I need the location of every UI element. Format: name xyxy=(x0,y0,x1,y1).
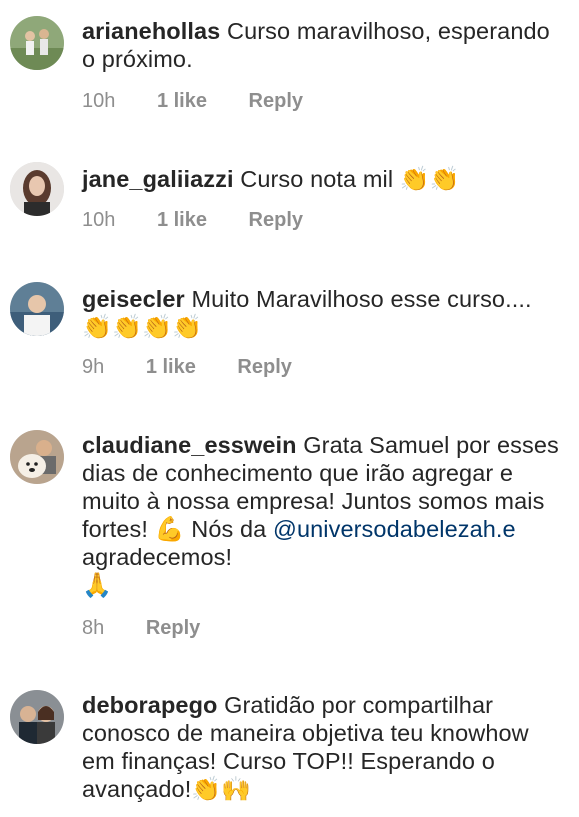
comment-username[interactable]: claudiane_esswein xyxy=(82,432,297,458)
reply-button[interactable]: Reply xyxy=(237,355,291,379)
comment-username[interactable]: geisecler xyxy=(82,286,185,312)
avatar[interactable] xyxy=(10,282,64,336)
avatar[interactable] xyxy=(10,430,64,484)
comment-meta: 10h 1 like Reply xyxy=(82,89,303,113)
comment-meta: 9h 1 like Reply xyxy=(82,355,292,379)
comment-time: 8h xyxy=(82,617,105,639)
comment-likes[interactable]: 1 like xyxy=(157,89,207,113)
avatar-photo-icon xyxy=(10,690,64,744)
comment-text: claudiane_esswein Grata Samuel por esses… xyxy=(82,431,562,599)
reply-button[interactable]: Reply xyxy=(249,89,303,113)
comment-text: jane_galiiazzi Curso nota mil 👏👏 xyxy=(82,165,562,193)
mention-link[interactable]: @universodabelezah.e xyxy=(273,516,516,542)
comment-username[interactable]: deborapego xyxy=(82,692,217,718)
flexed-biceps-icon: 💪 xyxy=(154,515,185,543)
avatar-photo-icon xyxy=(10,162,64,216)
comment-likes[interactable]: 1 like xyxy=(157,208,207,232)
comment-body-continued: Nós da xyxy=(191,516,267,542)
comment-text: arianehollas Curso maravilhoso, esperand… xyxy=(82,17,562,73)
avatar-photo-icon xyxy=(10,282,64,336)
clapping-hands-icon: 👏👏 xyxy=(399,165,460,193)
folded-hands-icon: 🙏 xyxy=(82,571,112,599)
comment-likes[interactable]: 1 like xyxy=(146,355,196,379)
clapping-hands-icon: 👏🙌 xyxy=(191,775,252,803)
comment-text: deborapego Gratidão por compartilhar con… xyxy=(82,691,562,803)
comment-meta: 8h Reply xyxy=(82,616,200,640)
clapping-hands-icon: 👏👏👏👏 xyxy=(82,313,202,341)
comment-meta: 10h 1 like Reply xyxy=(82,208,303,232)
avatar[interactable] xyxy=(10,162,64,216)
comment-body-end: agradecemos! xyxy=(82,544,233,570)
comment-username[interactable]: jane_galiiazzi xyxy=(82,166,234,192)
comment-body: Muito Maravilhoso esse curso.... xyxy=(191,286,532,312)
reply-button[interactable]: Reply xyxy=(249,208,303,232)
comment-username[interactable]: arianehollas xyxy=(82,18,220,44)
comment-time: 10h xyxy=(82,209,116,231)
avatar-photo-icon xyxy=(10,16,64,70)
comment-text: geisecler Muito Maravilhoso esse curso..… xyxy=(82,285,562,341)
comment-body: Curso nota mil xyxy=(240,166,394,192)
reply-button[interactable]: Reply xyxy=(146,616,200,640)
comment-time: 10h xyxy=(82,90,116,112)
avatar[interactable] xyxy=(10,690,64,744)
avatar-photo-icon xyxy=(10,430,64,484)
avatar[interactable] xyxy=(10,16,64,70)
comment-time: 9h xyxy=(82,356,105,378)
